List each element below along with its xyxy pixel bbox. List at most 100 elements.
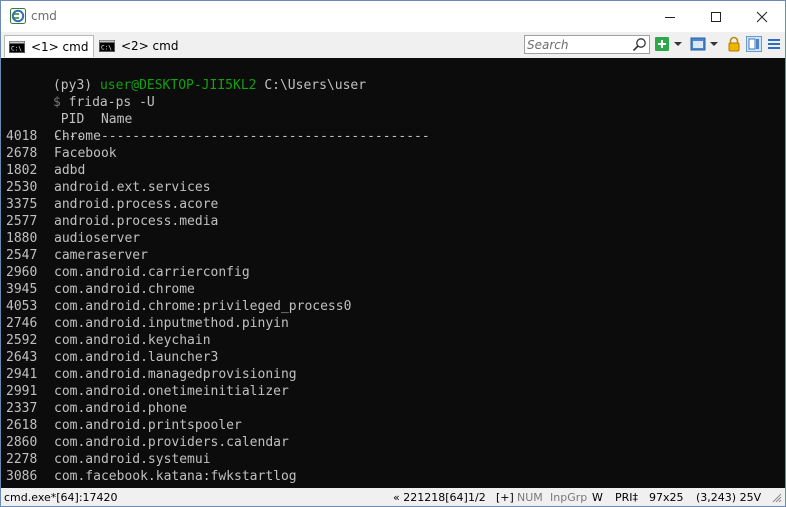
process-pid: 3086 [6,469,38,484]
separator-name: ----------------------------------------… [100,129,430,144]
process-row: 2337 com.android.phone [6,400,187,417]
process-name: com.android.launcher3 [54,350,219,365]
status-priority[interactable]: PRI‡ [615,491,638,504]
tab-label: <2> cmd [121,38,179,53]
process-name: android.process.acore [54,197,219,212]
lock-icon[interactable] [726,36,742,52]
status-inpgrp[interactable]: InpGrp [550,491,587,504]
process-name: com.android.keychain [54,333,211,348]
process-pid: 1880 [6,231,38,246]
search-box[interactable] [524,35,650,54]
process-name: com.android.carrierconfig [54,265,250,280]
prompt-path: C:\Users\user [264,78,367,93]
dropdown-icon[interactable] [709,36,719,52]
conemu-app-icon [10,8,26,24]
process-pid: 2278 [6,452,38,467]
minimize-icon [665,16,675,18]
process-name: com.android.onetimeinitializer [54,384,289,399]
process-row: 2860 com.android.providers.calendar [6,434,289,451]
minimize-button[interactable] [647,1,693,32]
process-row: 2941 com.android.managedprovisioning [6,366,297,383]
process-pid: 2746 [6,316,38,331]
svg-text:C:\: C:\ [101,44,112,51]
process-pid: 3945 [6,282,38,297]
process-row: 3945 com.android.chrome [6,281,195,298]
process-name: com.android.chrome:privileged_process0 [54,299,352,314]
tile-icon[interactable] [746,36,762,52]
process-name: com.android.systemui [54,452,211,467]
process-name: android.process.media [54,214,219,229]
process-row: 1802 adbd [6,162,85,179]
close-icon [756,11,768,22]
tab-label: <1> cmd [31,39,89,54]
process-row: 2278 com.android.systemui [6,451,211,468]
dropdown-icon[interactable] [673,36,683,52]
process-pid: 2577 [6,214,38,229]
process-name: com.facebook.katana:fwkstartlog [54,469,297,484]
status-server[interactable]: « 221218[64] [393,491,468,504]
status-size[interactable]: 97x25 [649,491,684,504]
process-row: 2960 com.android.carrierconfig [6,264,250,281]
close-button[interactable] [739,1,785,32]
tab-console-1[interactable]: C:\ <1> cmd [4,35,94,57]
process-name: com.android.chrome [54,282,195,297]
process-pid: 4018 [6,129,38,144]
process-name: cameraserver [54,248,148,263]
process-row: 2991 com.android.onetimeinitializer [6,383,289,400]
process-pid: 3375 [6,197,38,212]
new-console-icon[interactable] [654,36,670,52]
process-row: 4053 com.android.chrome:privileged_proces… [6,298,351,315]
maximize-button[interactable] [693,1,739,32]
search-icon[interactable] [632,37,647,52]
console-output[interactable]: (py3) user@DESKTOP-JII5KL2 C:\Users\user… [1,58,785,488]
tab-console-2[interactable]: C:\ <2> cmd [95,35,181,56]
process-name: Chrome [54,129,101,144]
process-name: com.android.providers.calendar [54,435,289,450]
process-row: 2618 com.android.printspooler [6,417,242,434]
search-input[interactable] [527,36,627,53]
process-pid: 2337 [6,401,38,416]
status-num[interactable]: NUM [517,491,543,504]
process-name: com.android.phone [54,401,188,416]
process-row: 2643 com.android.launcher3 [6,349,218,366]
menu-icon[interactable] [767,36,781,52]
process-pid: 2547 [6,248,38,263]
maximize-icon [711,11,721,22]
process-pid: 1802 [6,163,38,178]
process-pid: 2618 [6,418,38,433]
window-mode-icon[interactable] [690,36,706,52]
status-w[interactable]: W [592,491,603,504]
process-row: 2592 com.android.keychain [6,332,211,349]
process-name: Facebook [54,146,117,161]
prompt-line: (py3) user@DESKTOP-JII5KL2 C:\Users\user [6,60,366,93]
process-pid: 2530 [6,180,38,195]
process-row: 2746 com.android.inputmethod.pinyin [6,315,289,332]
process-pid: 2960 [6,265,38,280]
status-plus[interactable]: [+] [496,491,514,504]
status-cursor[interactable]: (3,243) 25V [696,491,761,504]
cmd-tab-icon: C:\ [9,40,25,53]
resize-grip-icon[interactable] [771,492,782,503]
process-name: com.android.printspooler [54,418,242,433]
process-row: 2547 cameraserver [6,247,148,264]
process-name: android.ext.services [54,180,211,195]
process-row: 4018 Chrome [6,128,101,145]
process-row: 2678 Facebook [6,145,117,162]
process-row: 3375 android.process.acore [6,196,218,213]
process-pid: 4053 [6,299,38,314]
process-pid: 2643 [6,350,38,365]
cmd-tab-icon: C:\ [99,39,115,52]
conemu-window: cmd C:\ <1> cmd C:\ <2> cmd Search (py3)… [0,0,786,507]
process-row: 1880 audioserver [6,230,140,247]
status-console-index[interactable]: 1/2 [468,491,486,504]
process-name: audioserver [54,231,141,246]
table-header: PID Name [6,94,133,127]
status-bar: cmd.exe*[64]:17420 « 221218[64] 1/2 [+] … [1,489,785,506]
command-line: $ frida-ps -U [6,77,155,110]
process-row: 2530 android.ext.services [6,179,211,196]
title-bar[interactable]: cmd [1,1,785,32]
status-process[interactable]: cmd.exe*[64]:17420 [4,491,118,504]
process-pid: 2860 [6,435,38,450]
table-separator: ---- ------------------------------------… [6,111,430,144]
process-name: adbd [54,163,86,178]
